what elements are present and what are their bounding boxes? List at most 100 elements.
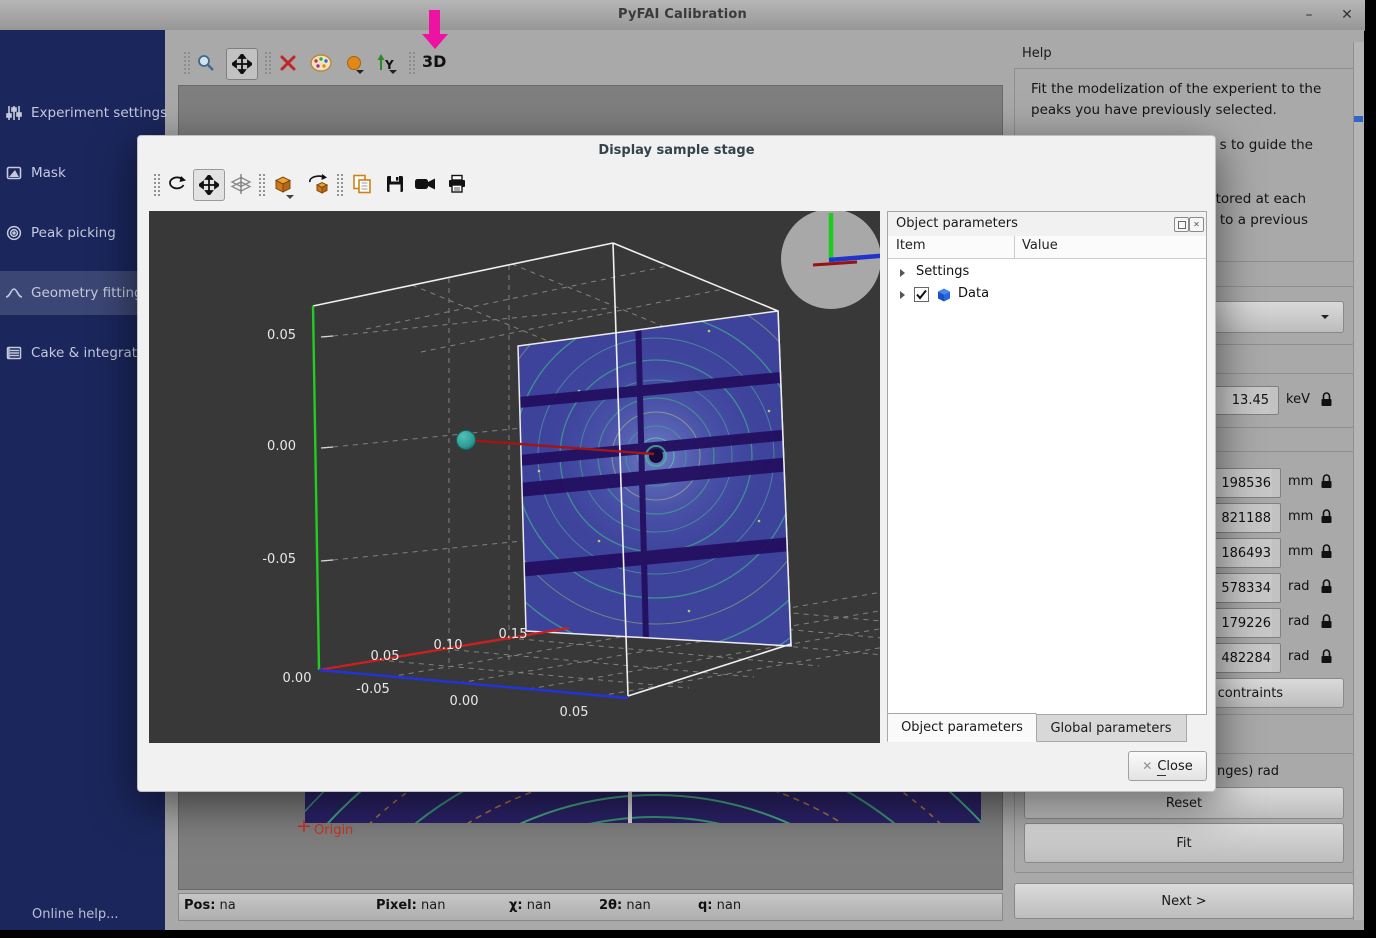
field-spinner[interactable] xyxy=(1272,468,1281,498)
orange-dot-icon xyxy=(346,55,362,71)
tab-object-parameters[interactable]: Object parameters xyxy=(887,713,1037,742)
undock-icon[interactable] xyxy=(1174,217,1189,232)
tree-row-label: Data xyxy=(958,286,989,301)
energy-spinner[interactable] xyxy=(1270,386,1279,415)
object-parameters-panel: Object parameters ✕ Item Value Settings … xyxy=(887,211,1207,715)
toolbar-grip[interactable] xyxy=(153,173,160,197)
pan-view-button[interactable] xyxy=(193,169,225,201)
y-axis-tick: -0.05 xyxy=(228,552,296,567)
reset-orientation-button[interactable] xyxy=(304,170,334,198)
field-spinner[interactable] xyxy=(1272,608,1281,638)
dock-close-icon[interactable]: ✕ xyxy=(1189,217,1204,232)
expand-arrow-icon[interactable] xyxy=(900,291,905,299)
scrollbar-marker xyxy=(1354,116,1363,122)
column-header-item: Item xyxy=(896,238,926,253)
print-button[interactable] xyxy=(443,170,471,198)
lock-icon[interactable] xyxy=(1320,648,1333,664)
save-snapshot-button[interactable] xyxy=(381,170,409,198)
x-axis-tick: 0.10 xyxy=(426,638,470,653)
column-divider[interactable] xyxy=(1014,236,1015,258)
checkbox-checked[interactable] xyxy=(914,287,929,302)
z-axis-tick: 0.00 xyxy=(275,671,319,686)
field-spinner[interactable] xyxy=(1272,503,1281,533)
rotate-view-button[interactable] xyxy=(163,170,191,198)
online-help-link[interactable]: Online help... xyxy=(32,907,119,922)
lock-icon[interactable] xyxy=(1320,578,1333,594)
detector-image-strip xyxy=(305,790,981,823)
column-header-value: Value xyxy=(1022,238,1058,253)
remove-tool-button[interactable] xyxy=(274,49,302,77)
field-unit: rad xyxy=(1288,614,1310,629)
help-section-title: Help xyxy=(1022,46,1052,61)
dialog-close-button[interactable]: ✕ Close xyxy=(1128,751,1207,781)
help-text-fragment: to a previous xyxy=(1220,212,1308,228)
lock-icon[interactable] xyxy=(1320,613,1333,629)
sidebar-item-label: Geometry fitting xyxy=(31,285,143,301)
status-pos: Pos: na xyxy=(184,898,236,913)
blue-cube-icon xyxy=(936,287,952,302)
screen-edge xyxy=(0,930,1376,938)
3d-view-button[interactable]: 3D xyxy=(422,52,446,71)
mask-icon xyxy=(5,164,23,182)
y-axis-tick: 0.05 xyxy=(236,328,296,343)
3d-scene-canvas[interactable]: 0.05 0.00 -0.05 0.05 0.10 0.15 0.00 -0.0… xyxy=(149,211,880,743)
tree-row-data[interactable]: Data xyxy=(888,284,1206,306)
next-button[interactable]: Next > xyxy=(1014,883,1354,919)
dock-titlebar[interactable]: Object parameters ✕ xyxy=(888,212,1206,237)
tree-header: Item Value xyxy=(888,236,1206,259)
lock-icon[interactable] xyxy=(1320,543,1333,559)
copy-snapshot-button[interactable] xyxy=(348,170,376,198)
toolbar-grip[interactable] xyxy=(258,173,265,197)
x-axis-tick: 0.15 xyxy=(491,627,535,642)
sample-sphere xyxy=(457,431,476,450)
3d-scene-drawing xyxy=(149,211,880,743)
mnemonic-underline xyxy=(1157,775,1166,776)
move-arrows-icon xyxy=(232,54,252,74)
pan-tool-button[interactable] xyxy=(226,48,258,80)
magenta-pointer-arrow xyxy=(420,6,450,50)
field-unit: mm xyxy=(1288,544,1313,559)
clipboard-copy-icon xyxy=(352,174,372,194)
chevron-down-icon[interactable] xyxy=(356,70,364,74)
chevron-down-icon[interactable] xyxy=(389,70,397,74)
bounding-box-button[interactable] xyxy=(268,170,298,198)
field-spinner[interactable] xyxy=(1272,538,1281,568)
toolbar-grip[interactable] xyxy=(336,173,343,197)
sidebar-item-label: Experiment settings xyxy=(31,105,167,121)
minimize-button[interactable]: – xyxy=(1296,3,1322,27)
layers-icon xyxy=(5,344,23,362)
window-titlebar[interactable]: PyFAI Calibration – ✕ xyxy=(0,0,1365,31)
sidebar-item-experiment-settings[interactable]: Experiment settings xyxy=(0,91,165,135)
video-camera-icon xyxy=(414,175,438,193)
toolbar-grip[interactable] xyxy=(408,51,415,75)
energy-unit: keV xyxy=(1286,392,1310,407)
tree-row-label: Settings xyxy=(916,264,969,279)
toolbar-grip[interactable] xyxy=(183,51,190,75)
status-2theta: 2θ: nan xyxy=(599,898,651,913)
right-scrollbar[interactable] xyxy=(1353,42,1364,920)
colormap-button[interactable] xyxy=(306,49,336,77)
help-text-fragment: s to guide the xyxy=(1220,137,1313,153)
close-window-button[interactable]: ✕ xyxy=(1334,3,1360,27)
record-video-button[interactable] xyxy=(411,170,441,198)
red-x-icon xyxy=(279,54,297,72)
origin-marker: + xyxy=(296,815,312,837)
orange-cube-icon xyxy=(272,173,294,195)
field-spinner[interactable] xyxy=(1272,573,1281,603)
field-spinner[interactable] xyxy=(1272,643,1281,673)
expand-arrow-icon[interactable] xyxy=(900,269,905,277)
tree-row-settings[interactable]: Settings xyxy=(888,262,1206,284)
dialog-title: Display sample stage xyxy=(138,143,1215,158)
chevron-down-icon xyxy=(286,195,294,199)
field-unit: rad xyxy=(1288,649,1310,664)
lock-icon[interactable] xyxy=(1320,473,1333,489)
toolbar-grip[interactable] xyxy=(264,51,271,75)
clip-plane-button[interactable] xyxy=(227,170,255,198)
lock-icon[interactable] xyxy=(1320,508,1333,524)
tab-global-parameters[interactable]: Global parameters xyxy=(1035,714,1187,742)
status-pixel: Pixel: nan xyxy=(376,898,445,913)
statusbar: Pos: na Pixel: nan χ: nan 2θ: nan q: nan xyxy=(178,893,1003,921)
zoom-tool-button[interactable] xyxy=(192,49,220,77)
lock-icon[interactable] xyxy=(1320,391,1333,407)
fit-button[interactable]: Fit xyxy=(1024,823,1344,863)
